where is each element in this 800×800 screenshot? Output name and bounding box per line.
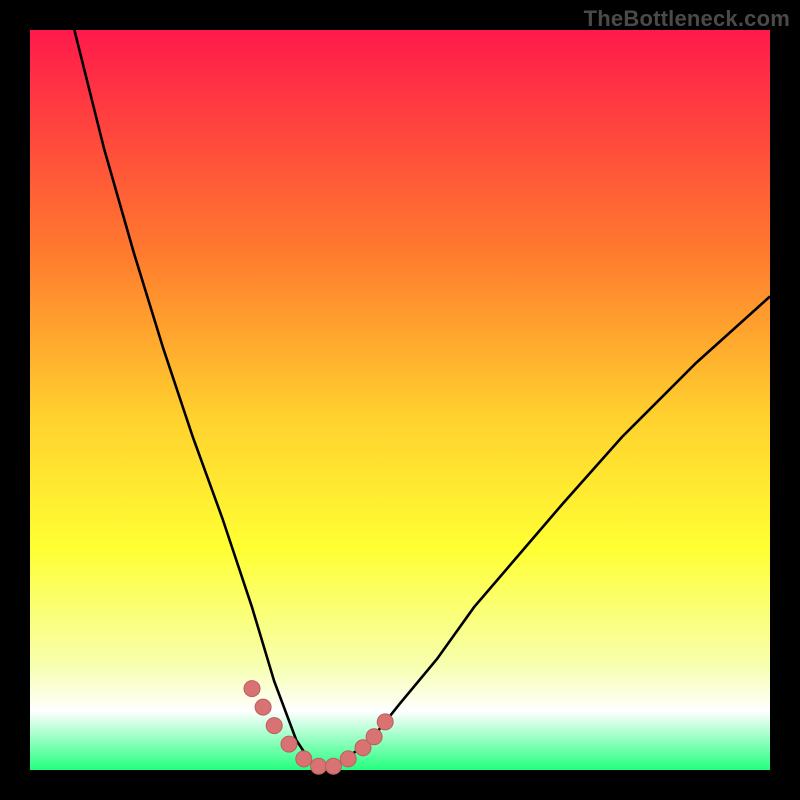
marker-point — [377, 714, 393, 730]
marker-point — [325, 758, 341, 774]
marker-point — [281, 736, 297, 752]
marker-point — [340, 751, 356, 767]
chart-stage: TheBottleneck.com — [0, 0, 800, 800]
marker-point — [311, 758, 327, 774]
marker-point — [244, 681, 260, 697]
marker-point — [296, 751, 312, 767]
marker-point — [366, 729, 382, 745]
bottleneck-chart — [0, 0, 800, 800]
marker-point — [255, 699, 271, 715]
marker-point — [266, 718, 282, 734]
